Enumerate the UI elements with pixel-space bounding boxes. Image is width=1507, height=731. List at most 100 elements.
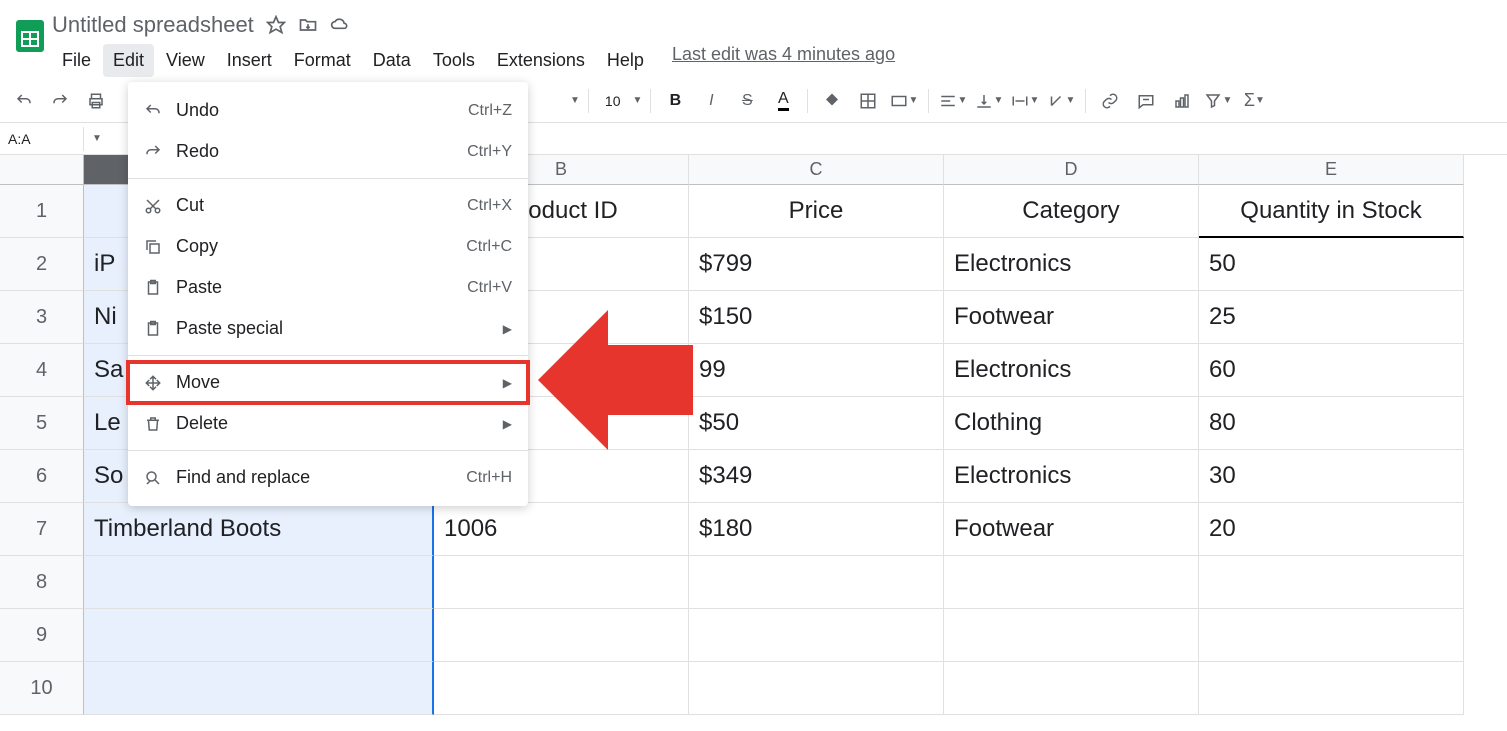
cell-b9[interactable] (434, 609, 689, 662)
redo-button[interactable] (44, 85, 76, 117)
menu-find-replace[interactable]: Find and replace Ctrl+H (128, 457, 528, 498)
cell-b7[interactable]: 1006 (434, 503, 689, 556)
cell-c8[interactable] (689, 556, 944, 609)
menu-delete[interactable]: Delete ▶ (128, 403, 528, 444)
cell-e5[interactable]: 80 (1199, 397, 1464, 450)
cell-d7[interactable]: Footwear (944, 503, 1199, 556)
functions-button[interactable]: Σ▼ (1238, 85, 1270, 117)
cell-d10[interactable] (944, 662, 1199, 715)
merge-button[interactable]: ▼ (888, 85, 920, 117)
cell-e10[interactable] (1199, 662, 1464, 715)
cell-d3[interactable]: Footwear (944, 291, 1199, 344)
row-header-3[interactable]: 3 (0, 291, 84, 344)
italic-button[interactable]: I (695, 85, 727, 117)
row-header-6[interactable]: 6 (0, 450, 84, 503)
cell-e3[interactable]: 25 (1199, 291, 1464, 344)
cell-c4[interactable]: 99 (689, 344, 944, 397)
col-header-d[interactable]: D (944, 155, 1199, 185)
borders-button[interactable] (852, 85, 884, 117)
cell-b8[interactable] (434, 556, 689, 609)
menu-undo[interactable]: Undo Ctrl+Z (128, 90, 528, 131)
row-header-4[interactable]: 4 (0, 344, 84, 397)
row-header-9[interactable]: 9 (0, 609, 84, 662)
last-edit-link[interactable]: Last edit was 4 minutes ago (672, 44, 895, 77)
cell-e6[interactable]: 30 (1199, 450, 1464, 503)
cell-e9[interactable] (1199, 609, 1464, 662)
row-header-1[interactable]: 1 (0, 185, 84, 238)
strikethrough-button[interactable]: S (731, 85, 763, 117)
menu-format[interactable]: Format (284, 44, 361, 77)
namebox-dropdown-icon[interactable]: ▼ (84, 133, 110, 144)
sheets-logo[interactable] (8, 8, 52, 64)
star-icon[interactable] (266, 15, 286, 35)
menu-extensions[interactable]: Extensions (487, 44, 595, 77)
col-header-e[interactable]: E (1199, 155, 1464, 185)
menu-tools[interactable]: Tools (423, 44, 485, 77)
menu-paste-special[interactable]: Paste special ▶ (128, 308, 528, 349)
menu-redo[interactable]: Redo Ctrl+Y (128, 131, 528, 172)
menu-view[interactable]: View (156, 44, 215, 77)
cell-d8[interactable] (944, 556, 1199, 609)
cell-c6[interactable]: $349 (689, 450, 944, 503)
font-size-value[interactable]: 10 (597, 93, 629, 109)
row-header-10[interactable]: 10 (0, 662, 84, 715)
wrap-button[interactable]: ▼ (1009, 85, 1041, 117)
menu-copy[interactable]: Copy Ctrl+C (128, 226, 528, 267)
filter-button[interactable]: ▼ (1202, 85, 1234, 117)
menu-file[interactable]: File (52, 44, 101, 77)
doc-title[interactable]: Untitled spreadsheet (52, 12, 254, 38)
cell-c2[interactable]: $799 (689, 238, 944, 291)
cell-e7[interactable]: 20 (1199, 503, 1464, 556)
cell-c9[interactable] (689, 609, 944, 662)
cell-c3[interactable]: $150 (689, 291, 944, 344)
fill-color-button[interactable] (816, 85, 848, 117)
cell-e2[interactable]: 50 (1199, 238, 1464, 291)
text-color-button[interactable]: A (767, 85, 799, 117)
cell-a8[interactable] (84, 556, 434, 609)
valign-button[interactable]: ▼ (973, 85, 1005, 117)
bold-button[interactable]: B (659, 85, 691, 117)
rotate-button[interactable]: ▼ (1045, 85, 1077, 117)
cell-c1[interactable]: Price (689, 185, 944, 238)
font-dropdown-icon[interactable]: ▼ (570, 95, 580, 106)
move-to-folder-icon[interactable] (298, 15, 318, 35)
comment-button[interactable] (1130, 85, 1162, 117)
col-header-c[interactable]: C (689, 155, 944, 185)
cell-b10[interactable] (434, 662, 689, 715)
cell-e1[interactable]: Quantity in Stock (1199, 185, 1464, 238)
row-header-5[interactable]: 5 (0, 397, 84, 450)
halign-button[interactable]: ▼ (937, 85, 969, 117)
cell-d9[interactable] (944, 609, 1199, 662)
cell-d5[interactable]: Clothing (944, 397, 1199, 450)
undo-button[interactable] (8, 85, 40, 117)
cloud-status-icon[interactable] (330, 15, 350, 35)
menu-help[interactable]: Help (597, 44, 654, 77)
select-all-corner[interactable] (0, 155, 84, 185)
cell-e4[interactable]: 60 (1199, 344, 1464, 397)
cell-d6[interactable]: Electronics (944, 450, 1199, 503)
cell-d4[interactable]: Electronics (944, 344, 1199, 397)
cell-a7[interactable]: Timberland Boots (84, 503, 434, 556)
row-header-8[interactable]: 8 (0, 556, 84, 609)
menu-insert[interactable]: Insert (217, 44, 282, 77)
font-size-dropdown-icon[interactable]: ▼ (632, 95, 642, 106)
row-header-2[interactable]: 2 (0, 238, 84, 291)
menu-data[interactable]: Data (363, 44, 421, 77)
menu-edit[interactable]: Edit (103, 44, 154, 77)
row-header-7[interactable]: 7 (0, 503, 84, 556)
cell-d2[interactable]: Electronics (944, 238, 1199, 291)
print-button[interactable] (80, 85, 112, 117)
cell-a10[interactable] (84, 662, 434, 715)
cell-c5[interactable]: $50 (689, 397, 944, 450)
cell-c10[interactable] (689, 662, 944, 715)
menu-move[interactable]: Move ▶ (128, 362, 528, 403)
link-button[interactable] (1094, 85, 1126, 117)
cell-d1[interactable]: Category (944, 185, 1199, 238)
cell-a9[interactable] (84, 609, 434, 662)
name-box[interactable]: A:A (0, 127, 84, 151)
menu-cut[interactable]: Cut Ctrl+X (128, 185, 528, 226)
chart-button[interactable] (1166, 85, 1198, 117)
menu-paste[interactable]: Paste Ctrl+V (128, 267, 528, 308)
cell-c7[interactable]: $180 (689, 503, 944, 556)
cell-e8[interactable] (1199, 556, 1464, 609)
